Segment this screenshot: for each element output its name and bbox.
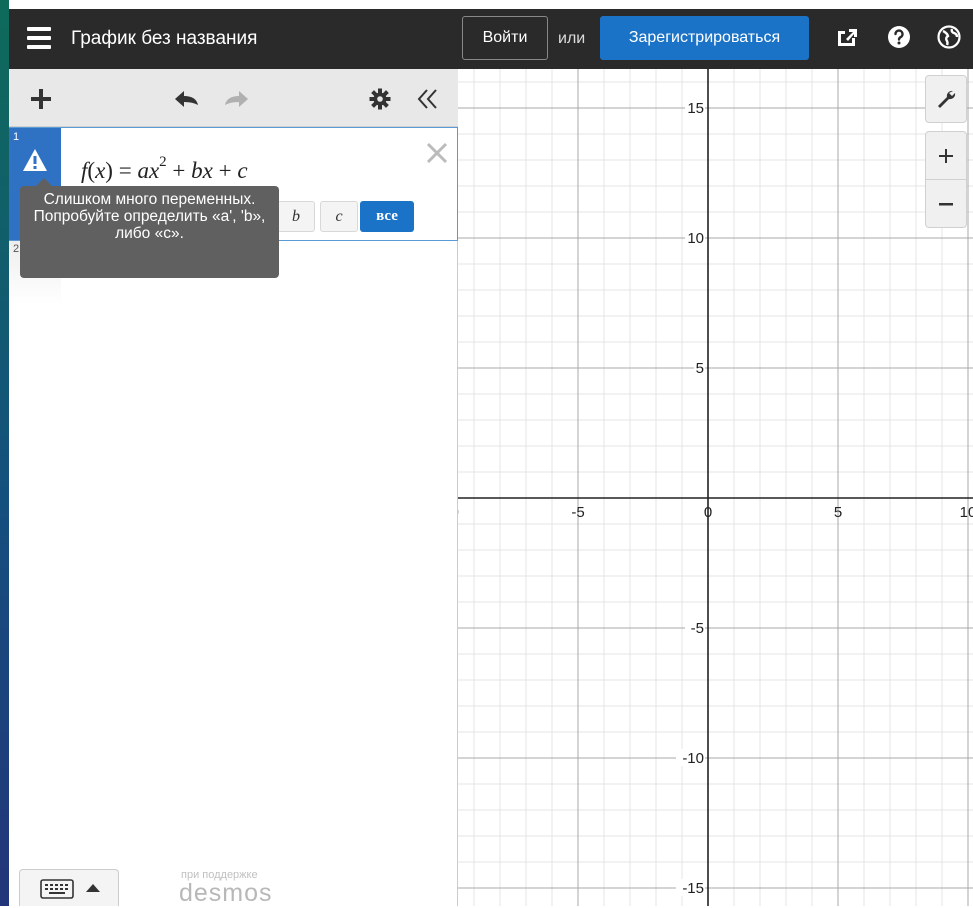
x-tick-label: -10 bbox=[458, 504, 459, 521]
warning-icon[interactable] bbox=[22, 148, 48, 172]
redo-icon[interactable] bbox=[221, 89, 251, 109]
plus-icon bbox=[939, 149, 953, 163]
zoom-out-button[interactable] bbox=[926, 180, 966, 227]
expression-toolbar bbox=[9, 69, 458, 127]
keyboard-icon bbox=[40, 879, 74, 899]
expression-index: 1 bbox=[13, 131, 20, 143]
expression-index: 2 bbox=[13, 243, 20, 255]
y-tick-label: 10 bbox=[687, 230, 704, 247]
wrench-icon bbox=[938, 90, 956, 108]
expression-panel: 1 f(x) = ax2 + bx + c b c все 2 Слишком … bbox=[9, 69, 458, 908]
zoom-in-button[interactable] bbox=[926, 132, 966, 180]
warning-tooltip: Слишком много переменных. Попробуйте опр… bbox=[20, 178, 279, 278]
add-all-sliders-button[interactable]: все bbox=[360, 201, 414, 232]
desmos-logo[interactable]: desmos bbox=[179, 879, 273, 908]
graph-title[interactable]: График без названия bbox=[71, 28, 257, 50]
undo-icon[interactable] bbox=[172, 89, 202, 109]
left-accent-strip bbox=[0, 0, 9, 906]
add-icon[interactable] bbox=[30, 88, 52, 110]
delete-expression-icon[interactable] bbox=[424, 140, 450, 166]
add-slider-c-button[interactable]: c bbox=[320, 201, 358, 232]
login-button[interactable]: Войти bbox=[462, 16, 548, 60]
minus-icon bbox=[939, 203, 953, 206]
y-tick-label: 15 bbox=[687, 100, 704, 117]
y-tick-label: -15 bbox=[682, 880, 704, 897]
zoom-controls bbox=[925, 131, 967, 228]
y-tick-label: -10 bbox=[682, 750, 704, 767]
y-tick-label: -5 bbox=[691, 620, 704, 637]
help-icon[interactable] bbox=[886, 24, 912, 50]
share-icon[interactable] bbox=[834, 24, 860, 50]
add-slider-b-button[interactable]: b bbox=[277, 201, 315, 232]
settings-gear-icon[interactable] bbox=[369, 88, 391, 110]
x-tick-label: -5 bbox=[571, 504, 584, 521]
x-tick-label: 5 bbox=[834, 504, 842, 521]
graph-grid[interactable]: -10 -5 0 5 10 15 10 5 -5 -10 -15 bbox=[458, 69, 973, 906]
menu-icon[interactable] bbox=[27, 27, 51, 49]
y-tick-label: 5 bbox=[696, 360, 704, 377]
top-bar: График без названия Войти или Зарегистри… bbox=[9, 9, 973, 69]
collapse-panel-icon[interactable] bbox=[416, 87, 440, 111]
graph-settings-button[interactable] bbox=[925, 75, 967, 123]
x-tick-label: 0 bbox=[704, 504, 712, 521]
language-icon[interactable] bbox=[936, 24, 962, 50]
expression-math[interactable]: f(x) = ax2 + bx + c bbox=[81, 154, 248, 184]
or-text: или bbox=[558, 30, 586, 47]
chevron-up-icon bbox=[86, 884, 100, 892]
keyboard-toggle-button[interactable] bbox=[19, 869, 119, 906]
x-tick-label: 10 bbox=[960, 504, 973, 521]
graph-canvas[interactable]: -10 -5 0 5 10 15 10 5 -5 -10 -15 bbox=[458, 69, 973, 906]
signup-button[interactable]: Зарегистрироваться bbox=[600, 16, 809, 60]
tooltip-text: Слишком много переменных. Попробуйте опр… bbox=[33, 191, 266, 242]
